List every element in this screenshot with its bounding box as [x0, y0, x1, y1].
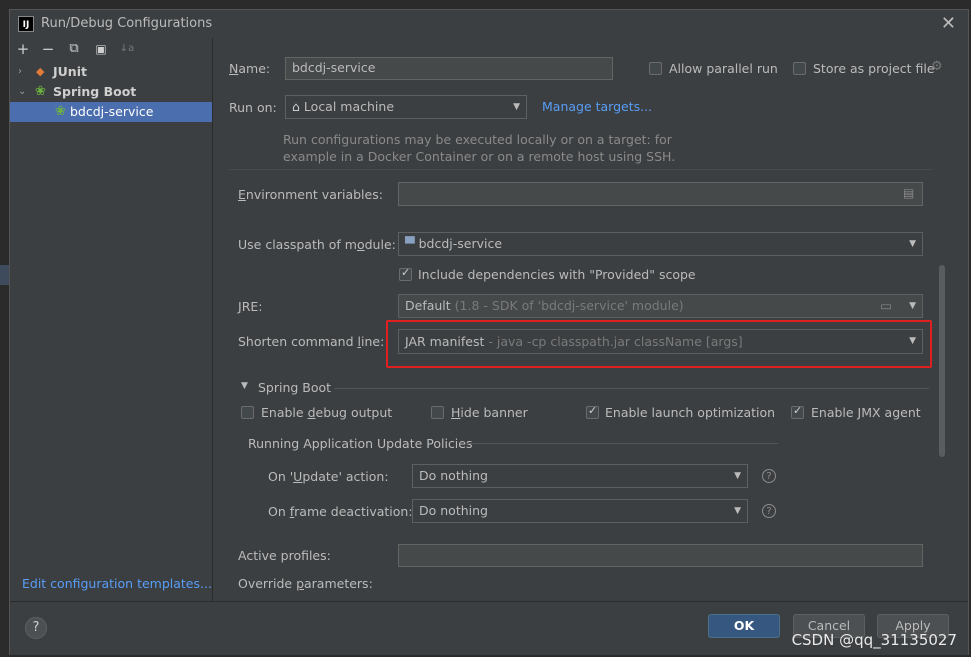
- module-icon: ▀: [405, 236, 415, 251]
- chevron-down-icon: ▼: [513, 102, 520, 112]
- tree-item-bdcdj-service[interactable]: ❀ bdcdj-service: [10, 102, 212, 122]
- run-debug-dialog: IJ Run/Debug Configurations ✕ + − ⧉ ▣ ↓a…: [9, 9, 969, 655]
- run-on-hint-line1: Run configurations may be executed local…: [283, 132, 672, 147]
- help-icon[interactable]: ?: [762, 469, 776, 483]
- run-on-value: Local machine: [303, 99, 395, 114]
- name-input[interactable]: bdcdj-service: [285, 57, 613, 80]
- help-icon[interactable]: ?: [762, 504, 776, 518]
- chevron-down-icon[interactable]: ▼: [241, 381, 248, 391]
- tree-item-spring-boot[interactable]: ⌄ ❀ Spring Boot: [10, 82, 212, 102]
- intellij-icon: IJ: [18, 16, 34, 32]
- highlight-box: [386, 320, 932, 368]
- jre-detail: (1.8 - SDK of 'bdcdj-service' module): [454, 298, 684, 313]
- active-profiles-label: Active profiles:: [238, 548, 331, 563]
- ok-button[interactable]: OK: [708, 614, 780, 638]
- tree-toolbar: + − ⧉ ▣ ↓a: [10, 38, 212, 60]
- tree-item-junit[interactable]: › ◆ JUnit: [10, 62, 212, 82]
- tree-item-label: JUnit: [53, 64, 87, 79]
- run-on-label: Run on:: [229, 100, 277, 115]
- allow-parallel-checkbox[interactable]: [649, 62, 662, 75]
- classpath-value: bdcdj-service: [418, 236, 503, 251]
- chevron-down-icon: ⌄: [18, 86, 27, 97]
- divider: [229, 169, 933, 170]
- watermark: CSDN @qq_31135027: [791, 631, 957, 649]
- chevron-down-icon: ▼: [909, 239, 916, 249]
- copy-icon[interactable]: ⧉: [65, 40, 83, 58]
- manage-targets-link[interactable]: Manage targets...: [542, 99, 652, 114]
- window-title: Run/Debug Configurations: [41, 16, 213, 31]
- active-profiles-input[interactable]: [398, 544, 923, 567]
- on-frame-label: On frame deactivation:: [268, 504, 413, 519]
- edit-templates-link[interactable]: Edit configuration templates...: [22, 576, 212, 591]
- spring-boot-icon: ❀: [35, 84, 46, 99]
- include-deps-checkbox[interactable]: [399, 266, 412, 281]
- name-label: Name:: [229, 61, 271, 76]
- launch-opt-checkbox[interactable]: [586, 404, 599, 419]
- background-strip: [0, 265, 9, 285]
- hide-banner-checkbox[interactable]: [431, 406, 444, 419]
- divider: [465, 443, 778, 444]
- divider: [334, 388, 929, 389]
- env-vars-input[interactable]: [398, 182, 923, 206]
- on-frame-value: Do nothing: [419, 503, 488, 518]
- env-vars-label: Environment variables:: [238, 187, 383, 202]
- jmx-checkbox[interactable]: [791, 404, 804, 419]
- remove-icon[interactable]: −: [39, 40, 57, 58]
- classpath-select[interactable]: ▀ bdcdj-service ▼: [398, 232, 923, 256]
- run-on-select[interactable]: ⌂ Local machine ▼: [285, 95, 527, 119]
- hide-banner-label: Hide banner: [451, 405, 528, 420]
- home-icon: ⌂: [292, 99, 300, 114]
- chevron-down-icon: ▼: [734, 506, 741, 516]
- folder-icon[interactable]: ▭: [880, 295, 892, 317]
- help-button[interactable]: ?: [25, 617, 47, 639]
- debug-output-checkbox[interactable]: [241, 406, 254, 419]
- override-params-label: Override parameters:: [238, 576, 373, 591]
- allow-parallel-label: Allow parallel run: [669, 61, 778, 76]
- jre-select[interactable]: Default (1.8 - SDK of 'bdcdj-service' mo…: [398, 294, 923, 318]
- include-deps-label: Include dependencies with "Provided" sco…: [418, 267, 696, 282]
- on-update-value: Do nothing: [419, 468, 488, 483]
- gear-icon[interactable]: ⚙: [931, 59, 943, 74]
- shorten-cmd-label: Shorten command line:: [238, 334, 385, 349]
- on-update-label: On 'Update' action:: [268, 469, 389, 484]
- folder-icon[interactable]: ▣: [92, 40, 110, 58]
- add-icon[interactable]: +: [14, 40, 32, 58]
- store-project-label: Store as project file: [813, 61, 935, 76]
- jre-label: JRE:: [238, 299, 263, 314]
- background-strip: [0, 0, 9, 657]
- scrollbar-thumb[interactable]: [939, 265, 945, 457]
- scrollbar[interactable]: [937, 169, 947, 601]
- jre-value: Default: [405, 298, 451, 313]
- launch-opt-label: Enable launch optimization: [605, 405, 776, 420]
- run-on-hint-line2: example in a Docker Container or on a re…: [283, 149, 676, 164]
- document-icon[interactable]: ▤: [903, 186, 914, 200]
- store-project-checkbox[interactable]: [793, 62, 806, 75]
- on-update-select[interactable]: Do nothing ▼: [412, 464, 748, 488]
- chevron-right-icon: ›: [18, 66, 22, 77]
- junit-icon: ◆: [36, 65, 45, 78]
- config-tree-pane: + − ⧉ ▣ ↓a › ◆ JUnit ⌄ ❀ Spring Boot ❀ b…: [10, 38, 213, 601]
- close-icon[interactable]: ✕: [941, 13, 956, 34]
- on-frame-select[interactable]: Do nothing ▼: [412, 499, 748, 523]
- debug-output-label: Enable debug output: [261, 405, 393, 420]
- spring-boot-icon: ❀: [55, 104, 66, 119]
- sort-icon[interactable]: ↓a: [118, 40, 136, 58]
- tree-item-label: bdcdj-service: [70, 104, 154, 119]
- spring-boot-section-title[interactable]: Spring Boot: [258, 380, 331, 395]
- chevron-down-icon: ▼: [909, 301, 916, 311]
- classpath-label: Use classpath of module:: [238, 237, 396, 252]
- chevron-down-icon: ▼: [734, 471, 741, 481]
- title-bar: IJ Run/Debug Configurations ✕: [10, 10, 968, 38]
- jmx-label: Enable JMX agent: [811, 405, 921, 420]
- tree-item-label: Spring Boot: [53, 84, 137, 99]
